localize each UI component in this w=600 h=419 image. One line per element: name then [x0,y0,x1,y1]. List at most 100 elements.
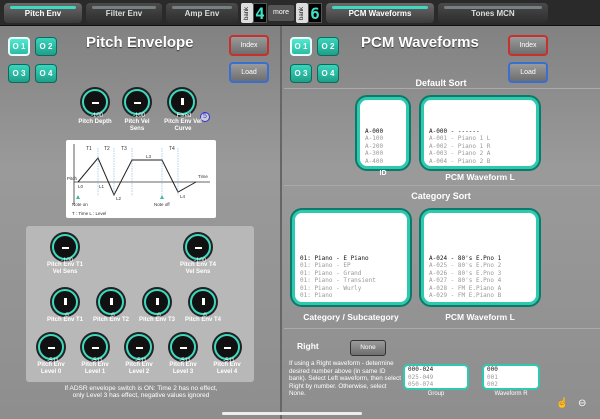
list-item[interactable]: A-400 [360,158,406,165]
pcm-waveform-list[interactable]: A-000 - ------ A-001 - Piano 1 L A-002 -… [421,97,539,169]
list-item[interactable]: 002 [484,381,538,388]
hand-pointer-icon[interactable]: ☝ [556,398,568,409]
more-button[interactable]: more [268,5,294,21]
env-knob[interactable]: 0 [98,289,124,319]
tab-pitch-env[interactable]: Pitch Env [4,3,82,23]
category-sort-title: Category Sort [411,191,471,201]
zoom-out-icon[interactable]: ⊖ [578,398,586,409]
knob-indicator [92,347,99,349]
knob-indicator [224,347,231,349]
list-item[interactable]: A-000 - ------ [424,128,536,135]
none-button[interactable]: None [350,340,386,356]
tab-indicator [444,6,542,9]
pcm-waveform-category-list[interactable]: A-024 - 80's E.Pno 1 A-025 - 80's E.Pno … [421,210,539,305]
list-item[interactable]: 01: Piano - Transient [295,277,407,284]
knob-indicator [134,102,141,104]
knob-indicator [202,298,205,305]
diagram-l2: L2 [116,196,122,201]
list-item[interactable]: 001 [484,374,538,382]
list-item[interactable]: 000 [484,366,538,374]
index-button-right[interactable]: Index [508,35,548,56]
env-knob[interactable]: -100 [185,234,211,264]
env-knob[interactable]: -511 [126,334,152,364]
op2-button-right[interactable]: O 2 [317,37,339,56]
diagram-l0: L0 [78,184,84,189]
knob-label: Pitch Env T2 [92,317,129,323]
category-list[interactable]: 01: Piano - E Piano 01: Piano - EP 01: P… [292,210,410,305]
env-knob[interactable]: -511 [214,334,240,364]
list-item[interactable]: A-024 - 80's E.Pno 1 [424,255,536,262]
list-item[interactable]: A-027 - 80's E.Pno 4 [424,277,536,284]
index-button[interactable]: Index [229,35,269,56]
list-item[interactable]: A-028 - FM E.Piano A [424,285,536,292]
env-knob[interactable]: 0 [144,289,170,319]
list-item[interactable]: A-100 [360,135,406,142]
list-item[interactable]: 025-049 [405,374,467,382]
list-item[interactable]: A-002 - Piano 1 R [424,143,536,150]
knob-indicator [62,247,69,249]
env-knob[interactable]: -511 [170,334,196,364]
knob-label: Pitch Env T1 [46,317,83,323]
env-knob[interactable]: -100 [52,234,78,264]
knob-label: Pitch Env T4 [184,317,221,323]
op2-button[interactable]: O 2 [35,37,57,56]
list-item[interactable]: 01: Piano [295,292,407,299]
tab-amp-env[interactable]: Amp Env [166,3,238,23]
env-knob[interactable]: -511 [38,334,64,364]
op1-button-right[interactable]: O 1 [290,37,312,56]
diagram-l1: L1 [99,184,105,189]
list-item[interactable]: 01: Piano - EP [295,262,407,269]
bank-label-left: bank [241,3,253,23]
list-item[interactable]: A-200 [360,143,406,150]
waveform-r-list[interactable]: 000 001 002 [482,364,540,390]
knob-label: Pitch Env T1 Vel Sens [46,262,83,275]
diagram-t3: T3 [121,146,127,152]
knob-indicator [48,347,55,349]
section-divider [284,185,600,186]
right-title: Right [297,341,319,351]
diagram-l3: L3 [146,154,152,159]
list-item[interactable]: A-001 - Piano 1 L [424,135,536,142]
tab-label: Amp Env [184,9,220,18]
list-item[interactable]: A-029 - FM E.Piano B [424,292,536,299]
list-item[interactable]: 01: Piano - Wurly [295,285,407,292]
bank-digit-left[interactable]: 4 [253,3,267,23]
list-item[interactable]: 000-024 [405,366,467,374]
list-item[interactable]: A-004 - Piano 2 B [424,158,536,165]
env-knob[interactable]: 0 [190,289,216,319]
tab-pcm-waveforms[interactable]: PCM Waveforms [326,3,434,23]
knob-indicator [180,347,187,349]
list-item[interactable]: A-025 - 80's E.Pno 2 [424,262,536,269]
tab-indicator [172,6,232,9]
list-item[interactable]: A-003 - Piano 2 A [424,150,536,157]
diagram-note-on: Note on [72,202,88,207]
pcm-title: PCM Waveforms [361,34,479,51]
op3-button[interactable]: O 3 [8,64,30,83]
pitch-depth-knob[interactable]: -100 [82,89,108,119]
env-knob[interactable]: -511 [82,334,108,364]
list-item[interactable]: A-000 [360,128,406,135]
load-button[interactable]: Load [229,62,269,83]
knob-label: Pitch Env Level 3 [169,362,197,375]
op1-button[interactable]: O 1 [8,37,30,56]
list-item[interactable]: A-300 [360,150,406,157]
knob-label: Pitch Env T4 Vel Sens [179,262,216,275]
op4-button[interactable]: O 4 [35,64,57,83]
group-caption: Group [427,391,445,397]
tab-filter-env[interactable]: Filter Env [86,3,162,23]
list-item[interactable]: 050-074 [405,381,467,388]
list-item[interactable]: 01: Piano - Grand [295,270,407,277]
list-item[interactable]: 01: Piano - E Piano [295,255,407,262]
id-list[interactable]: A-000 A-100 A-200 A-300 A-400 [357,97,409,169]
list-item[interactable]: A-026 - 80's E.Pno 3 [424,270,536,277]
pitch-vel-sens-knob[interactable]: -100 [124,89,150,119]
diagram-pitch-label: Pitch [67,176,78,181]
tab-label: PCM Waveforms [348,9,412,18]
pitch-env-vel-curve-knob[interactable]: Fixed [169,89,195,119]
knob-label: Pitch Env Level 0 [37,362,65,375]
knob-label: Pitch Depth [78,119,112,125]
bank-digit-right[interactable]: 6 [308,3,322,23]
env-knob[interactable]: 0 [52,289,78,319]
tab-tones-mcn[interactable]: Tones MCN [438,3,548,23]
group-list[interactable]: 000-024 025-049 050-074 [403,364,469,390]
